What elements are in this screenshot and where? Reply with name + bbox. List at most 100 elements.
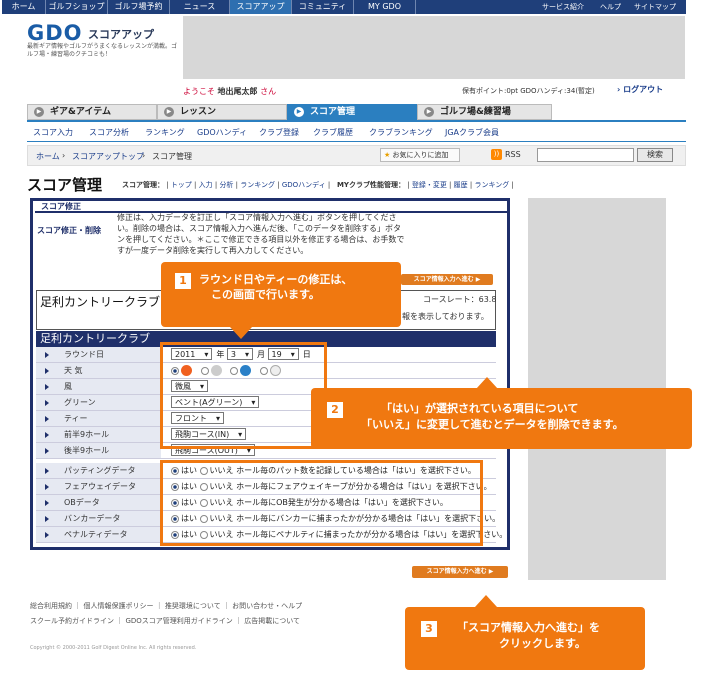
footer-links-2[interactable]: スクール予約ガイドライン ｜ GDOスコア管理利用ガイドライン ｜ 広告掲載につ… [30, 616, 300, 626]
search-button[interactable]: 検索 [637, 148, 673, 162]
subnav-club-ranking[interactable]: クラブランキング [369, 127, 433, 138]
topnav-community[interactable]: コミュニティ [292, 0, 354, 14]
subnav-club-register[interactable]: クラブ登録 [259, 127, 299, 138]
topnav-news[interactable]: ニュース [170, 0, 230, 14]
tab-score[interactable]: ▶ スコア管理 [287, 104, 417, 120]
add-favorite-label: お気に入りに追加 [392, 151, 449, 159]
row-label: ペナルティデータ [36, 527, 161, 542]
triangle-icon [45, 416, 49, 422]
chevron-right-icon: › [62, 151, 66, 160]
highlight-box-date-tee [160, 342, 327, 449]
subnav-score-analysis[interactable]: スコア分析 [89, 127, 129, 138]
topnav-service[interactable]: サービス紹介 [542, 0, 584, 14]
course-name: 足利カントリークラブ [40, 295, 161, 309]
top-nav: ホーム ゴルフショップ ゴルフ場予約 ニュース スコアアップ コミュニティ MY… [2, 0, 686, 14]
club-link-register[interactable]: 登録・変更 [412, 181, 447, 189]
play-icon: ▶ [164, 107, 174, 117]
breadcrumb-top[interactable]: スコアアップトップ [72, 151, 144, 162]
row-label: バンカーデータ [36, 511, 161, 526]
topnav-sitemap[interactable]: サイトマップ [634, 0, 676, 14]
points-handicap: 保有ポイント:0pt GDOハンディ:34(暫定) [462, 87, 595, 95]
callout-1: 1 ラウンド日やティーの修正は、 この画面で行います。 [161, 262, 401, 327]
step-number: 2 [327, 402, 343, 418]
callout-3-line1: 「スコア情報入力へ進む」を [457, 621, 600, 634]
sub-nav: スコア入力 スコア分析 ランキング GDOハンディ クラブ登録 クラブ履歴 クラ… [27, 120, 686, 142]
topnav-course-booking[interactable]: ゴルフ場予約 [108, 0, 170, 14]
ad-banner [183, 16, 685, 79]
callout-3-line2: クリックします。 [499, 637, 586, 650]
main-tabs: ▶ ギア&アイテム ▶ レッスン ▶ スコア管理 ▶ ゴルフ場&練習場 [27, 104, 686, 120]
subnav-ranking[interactable]: ランキング [145, 127, 185, 138]
callout-1-line1: ラウンド日やティーの修正は、 [199, 273, 353, 286]
triangle-icon [45, 384, 49, 390]
logout-label[interactable]: ログアウト [623, 85, 663, 94]
topnav-scoreup[interactable]: スコアアップ [230, 0, 292, 14]
add-favorite-button[interactable]: ★ お気に入りに追加 [380, 148, 460, 162]
proceed-score-input-button-top[interactable]: スコア情報入力へ進む ▶ [401, 274, 493, 285]
play-icon: ▶ [424, 107, 434, 117]
topnav-help[interactable]: ヘルプ [600, 0, 621, 14]
subnav-score-input[interactable]: スコア入力 [33, 127, 73, 138]
instruction-text: 修正は、入力データを訂正し「スコア情報入力へ進む」ボタンを押してください。削除の… [117, 213, 405, 255]
triangle-icon [45, 468, 49, 474]
topnav-mygdo[interactable]: MY GDO [354, 0, 416, 14]
row-label: 前半9ホール [36, 427, 161, 442]
tab-gear-label: ギア&アイテム [50, 107, 111, 117]
play-icon: ▶ [294, 107, 304, 117]
tab-gear[interactable]: ▶ ギア&アイテム [27, 104, 157, 120]
subnav-jga[interactable]: JGAクラブ会員 [445, 127, 499, 138]
club-link-history[interactable]: 履歴 [454, 181, 468, 189]
score-link-analysis[interactable]: 分析 [219, 181, 233, 189]
subnav-club-history[interactable]: クラブ履歴 [313, 127, 353, 138]
triangle-icon [45, 516, 49, 522]
triangle-icon [45, 352, 49, 358]
logo-subtitle: スコアアップ [88, 28, 154, 41]
callout-arrow [230, 327, 252, 339]
row-label: パッティングデータ [36, 463, 161, 478]
rss-link[interactable]: RSS [505, 150, 521, 159]
topnav-shop[interactable]: ゴルフショップ [46, 0, 108, 14]
row-label: 後半9ホール [36, 443, 161, 458]
score-links-label: スコア管理： [122, 181, 164, 189]
triangle-icon [45, 368, 49, 374]
step-number: 1 [175, 273, 191, 289]
breadcrumb-home[interactable]: ホーム [36, 151, 60, 162]
row-label: ラウンド日 [36, 347, 161, 362]
callout-arrow [475, 595, 497, 607]
subnav-gdo-handicap[interactable]: GDOハンディ [197, 127, 247, 138]
search-input[interactable] [537, 148, 634, 162]
gdo-logo[interactable]: GDO [27, 21, 83, 45]
welcome-suffix: さん [260, 87, 277, 96]
chevron-right-icon: › [142, 151, 146, 160]
rss-icon[interactable]: )) [491, 149, 502, 160]
triangle-icon [45, 484, 49, 490]
footer-links-1[interactable]: 総合利用規約 ｜ 個人情報保護ポリシー ｜ 推奨環境について ｜ お問い合わせ・… [30, 601, 302, 611]
row-label: 風 [36, 379, 161, 394]
triangle-icon [45, 448, 49, 454]
club-links-label: MYクラブ性能管理： [336, 181, 406, 189]
breadcrumb-current: スコア管理 [152, 152, 192, 161]
score-link-input[interactable]: 入力 [199, 181, 213, 189]
callout-2-line1: 「はい」が選択されている項目について [381, 402, 579, 415]
score-link-top[interactable]: トップ [171, 181, 192, 189]
score-links: スコア管理： | トップ | 入力 | 分析 | ランキング | GDOハンディ… [122, 181, 514, 189]
row-label: フェアウェイデータ [36, 479, 161, 494]
score-link-handicap[interactable]: GDOハンディ [282, 181, 326, 189]
welcome-prefix: ようこそ [183, 87, 215, 96]
logout-link[interactable]: › ログアウト [617, 84, 663, 95]
tab-course[interactable]: ▶ ゴルフ場&練習場 [417, 104, 552, 120]
triangle-icon [45, 432, 49, 438]
callout-1-line2: この画面で行います。 [211, 288, 320, 301]
tab-course-label: ゴルフ場&練習場 [440, 107, 511, 117]
tab-lesson[interactable]: ▶ レッスン [157, 104, 287, 120]
callout-2: 2 「はい」が選択されている項目について 「いいえ」に変更して進むとデータを削除… [311, 388, 692, 449]
star-icon: ★ [384, 151, 391, 159]
score-link-ranking[interactable]: ランキング [240, 181, 275, 189]
club-link-ranking[interactable]: ランキング [474, 181, 509, 189]
proceed-score-input-button[interactable]: スコア情報入力へ進む ▶ [412, 566, 508, 578]
course-rate: コースレート：63.8 [423, 295, 497, 304]
modify-delete-label: スコア修正・削除 [37, 226, 101, 235]
topnav-home[interactable]: ホーム [2, 0, 46, 14]
row-label: 天 気 [36, 363, 161, 378]
callout-3: 3 「スコア情報入力へ進む」を クリックします。 [405, 607, 645, 670]
